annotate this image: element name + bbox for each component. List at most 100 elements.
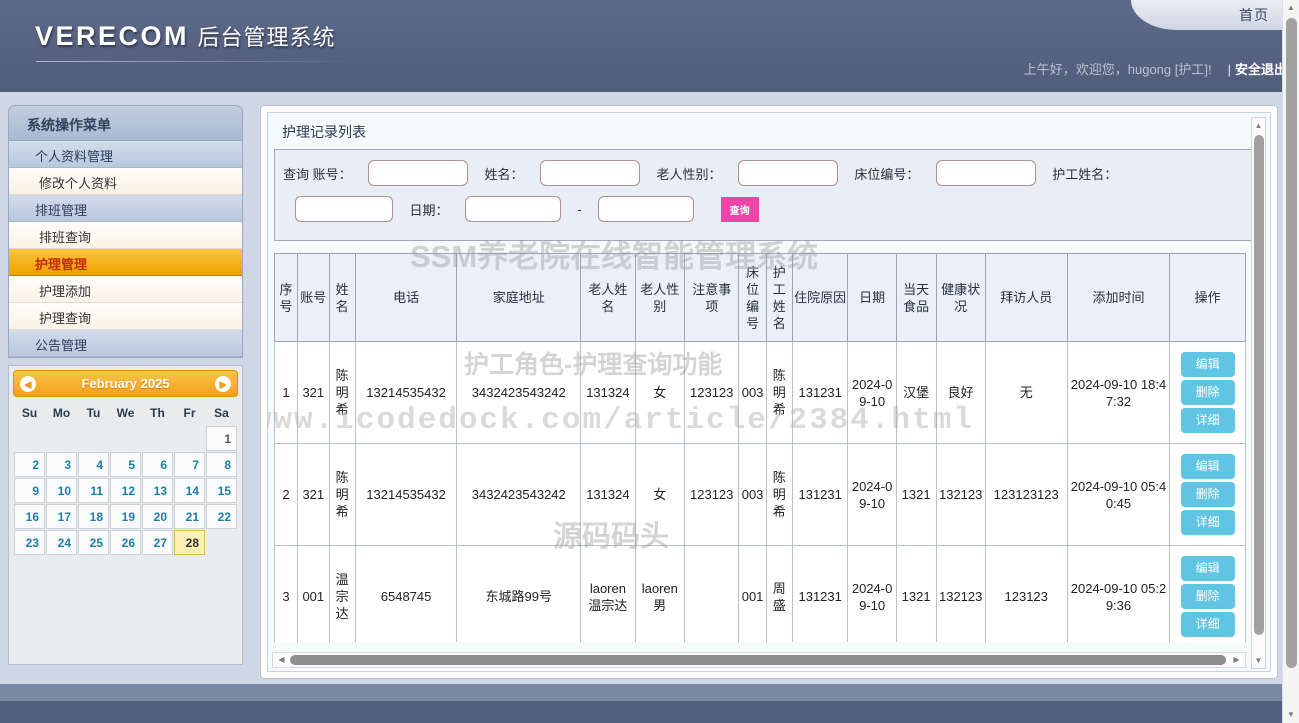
calendar-day-cell[interactable]: 4 bbox=[78, 452, 109, 477]
calendar-day-cell[interactable]: 15 bbox=[206, 478, 237, 503]
calendar-day-cell[interactable]: 28 bbox=[174, 530, 205, 555]
table-cell-hosp-reason: 131231 bbox=[791, 341, 849, 444]
calendar-day-cell[interactable]: 10 bbox=[46, 478, 77, 503]
panel-hscroll-thumb[interactable] bbox=[290, 655, 1226, 665]
table-cell-bed-no: 003 bbox=[738, 443, 767, 546]
table-column-header: 住院原因 bbox=[791, 253, 849, 342]
search-input-elder-gender[interactable] bbox=[737, 160, 838, 186]
delete-button[interactable]: 删除 bbox=[1180, 380, 1235, 405]
calendar-day-cell[interactable]: 22 bbox=[206, 504, 237, 529]
sidebar-item-nursing-add[interactable]: 护理添加 bbox=[9, 276, 242, 303]
calendar-header: ◀ February 2025 ▶ bbox=[13, 370, 238, 397]
logout-link[interactable]: 安全退出 bbox=[1235, 62, 1287, 77]
detail-button[interactable]: 详细 bbox=[1180, 408, 1235, 433]
calendar-day-cell[interactable]: 1 bbox=[206, 426, 237, 451]
calendar-next-icon[interactable]: ▶ bbox=[215, 376, 231, 392]
calendar-day-cell[interactable]: 27 bbox=[142, 530, 173, 555]
scroll-up-icon[interactable]: ▲ bbox=[1252, 118, 1265, 133]
label-date: 日期： bbox=[409, 202, 449, 218]
table-cell-date: 2024-09-10 bbox=[847, 341, 897, 444]
scroll-down-icon[interactable]: ▼ bbox=[1252, 653, 1265, 668]
calendar-day-cell[interactable]: 2 bbox=[14, 452, 45, 477]
edit-button[interactable]: 编辑 bbox=[1180, 454, 1235, 479]
sidebar-group-notice[interactable]: 公告管理 bbox=[9, 330, 242, 357]
search-input-account[interactable] bbox=[368, 160, 469, 186]
sidebar-label: 护理查询 bbox=[39, 311, 92, 326]
calendar-day-cell[interactable]: 12 bbox=[110, 478, 141, 503]
delete-button[interactable]: 删除 bbox=[1180, 584, 1235, 609]
sidebar-label: 护理添加 bbox=[39, 284, 92, 299]
welcome-text: 上午好，欢迎您，hugong [护工]! bbox=[1023, 62, 1212, 77]
calendar-day-cell[interactable]: 3 bbox=[46, 452, 77, 477]
table-cell-address: 东城路99号 bbox=[456, 545, 582, 642]
sidebar-menu: 个人资料管理 修改个人资料 排班管理 排班查询 护理管理 护理添加 护理查询 公… bbox=[8, 141, 243, 358]
scroll-right-icon[interactable]: ▶ bbox=[1229, 653, 1244, 667]
sidebar-item-nursing-query[interactable]: 护理查询 bbox=[9, 303, 242, 330]
page-scroll-down-icon[interactable]: ▼ bbox=[1283, 707, 1299, 723]
edit-button[interactable]: 编辑 bbox=[1180, 556, 1235, 581]
sidebar-group-schedule[interactable]: 排班管理 bbox=[9, 195, 242, 222]
sidebar-label: 排班查询 bbox=[39, 230, 92, 245]
calendar-day-cell[interactable]: 7 bbox=[174, 452, 205, 477]
calendar-day-cell[interactable]: 13 bbox=[142, 478, 173, 503]
table-cell-notes: 123123 bbox=[683, 443, 740, 546]
calendar-day-cell[interactable]: 14 bbox=[174, 478, 205, 503]
table-cell-phone: 13214535432 bbox=[354, 443, 458, 546]
label-bed-no: 床位编号： bbox=[854, 166, 920, 182]
panel-horizontal-scrollbar[interactable]: ◀ ▶ bbox=[272, 652, 1246, 668]
page-scroll-thumb[interactable] bbox=[1286, 18, 1297, 668]
calendar-day-cell[interactable]: 6 bbox=[142, 452, 173, 477]
panel-scroll-thumb[interactable] bbox=[1254, 135, 1264, 635]
search-button[interactable]: 查询 bbox=[720, 196, 759, 222]
tab-strip: 首页 bbox=[999, 0, 1299, 30]
calendar-day-cell[interactable]: 23 bbox=[14, 530, 45, 555]
footer-strip-upper bbox=[0, 684, 1299, 701]
search-input-bed-no[interactable] bbox=[935, 160, 1036, 186]
search-input-date-from[interactable] bbox=[464, 196, 561, 222]
detail-button[interactable]: 详细 bbox=[1180, 612, 1235, 637]
logo-subtitle: 后台管理系统 bbox=[197, 25, 336, 50]
calendar-day-cell[interactable]: 24 bbox=[46, 530, 77, 555]
sidebar-item-schedule-query[interactable]: 排班查询 bbox=[9, 222, 242, 249]
table-cell-add-time: 2024-09-10 05:29:36 bbox=[1066, 545, 1171, 642]
calendar-day-cell[interactable]: 26 bbox=[110, 530, 141, 555]
search-input-date-to[interactable] bbox=[598, 196, 695, 222]
table-cell-elder-gender: 女 bbox=[634, 443, 685, 546]
page-scroll-up-icon[interactable]: ▲ bbox=[1283, 0, 1299, 16]
sidebar-item-edit-profile[interactable]: 修改个人资料 bbox=[9, 168, 242, 195]
scroll-left-icon[interactable]: ◀ bbox=[274, 653, 289, 667]
table-cell-nurse-name: 周盛 bbox=[765, 545, 793, 642]
search-input-nurse-name[interactable] bbox=[295, 196, 393, 222]
calendar-day-cell[interactable]: 25 bbox=[78, 530, 109, 555]
sidebar-group-nursing[interactable]: 护理管理 bbox=[9, 249, 242, 276]
sidebar: 系统操作菜单 个人资料管理 修改个人资料 排班管理 排班查询 护理管理 护理添加… bbox=[8, 105, 243, 665]
calendar-day-cell[interactable]: 18 bbox=[78, 504, 109, 529]
table-cell-name: 陈明希 bbox=[328, 443, 356, 546]
calendar-day-cell[interactable]: 17 bbox=[46, 504, 77, 529]
edit-button[interactable]: 编辑 bbox=[1180, 352, 1235, 377]
calendar-empty-cell bbox=[174, 426, 205, 451]
page-vertical-scrollbar[interactable]: ▲ ▼ bbox=[1282, 0, 1299, 723]
table-row: 1 321 陈明希 13214535432 3432423543242 131324 女 12… bbox=[274, 341, 1246, 444]
calendar-prev-icon[interactable]: ◀ bbox=[20, 376, 36, 392]
delete-button[interactable]: 删除 bbox=[1180, 482, 1235, 507]
table-cell-phone: 6548745 bbox=[354, 545, 458, 642]
calendar-day-cell[interactable]: 21 bbox=[174, 504, 205, 529]
content-panel: 护理记录列表 查询 账号： 姓名： 老人性别： 床位编号： 护工姓名： 日期： bbox=[260, 105, 1278, 679]
table-column-header: 拜访人员 bbox=[984, 253, 1068, 342]
table-column-header: 注意事项 bbox=[683, 253, 740, 342]
sidebar-group-personal[interactable]: 个人资料管理 bbox=[9, 141, 242, 168]
tab-home[interactable]: 首页 bbox=[1131, 0, 1291, 30]
calendar-day-cell[interactable]: 11 bbox=[78, 478, 109, 503]
calendar-day-cell[interactable]: 9 bbox=[14, 478, 45, 503]
calendar-day-cell[interactable]: 20 bbox=[142, 504, 173, 529]
panel-vertical-scrollbar[interactable]: ▲ ▼ bbox=[1251, 117, 1266, 669]
detail-button[interactable]: 详细 bbox=[1180, 510, 1235, 535]
calendar-day-cell[interactable]: 8 bbox=[206, 452, 237, 477]
table-column-header: 序号 bbox=[274, 253, 299, 342]
calendar-day-cell[interactable]: 5 bbox=[110, 452, 141, 477]
table-scroll-region[interactable]: 序号 账号 姓名 电话 家庭地址 老人姓名 老人性别 注意事项 床位编号 护工姓名 住院原因 日期 当天… bbox=[274, 253, 1246, 642]
search-input-name[interactable] bbox=[540, 160, 640, 186]
calendar-day-cell[interactable]: 19 bbox=[110, 504, 141, 529]
calendar-day-cell[interactable]: 16 bbox=[14, 504, 45, 529]
